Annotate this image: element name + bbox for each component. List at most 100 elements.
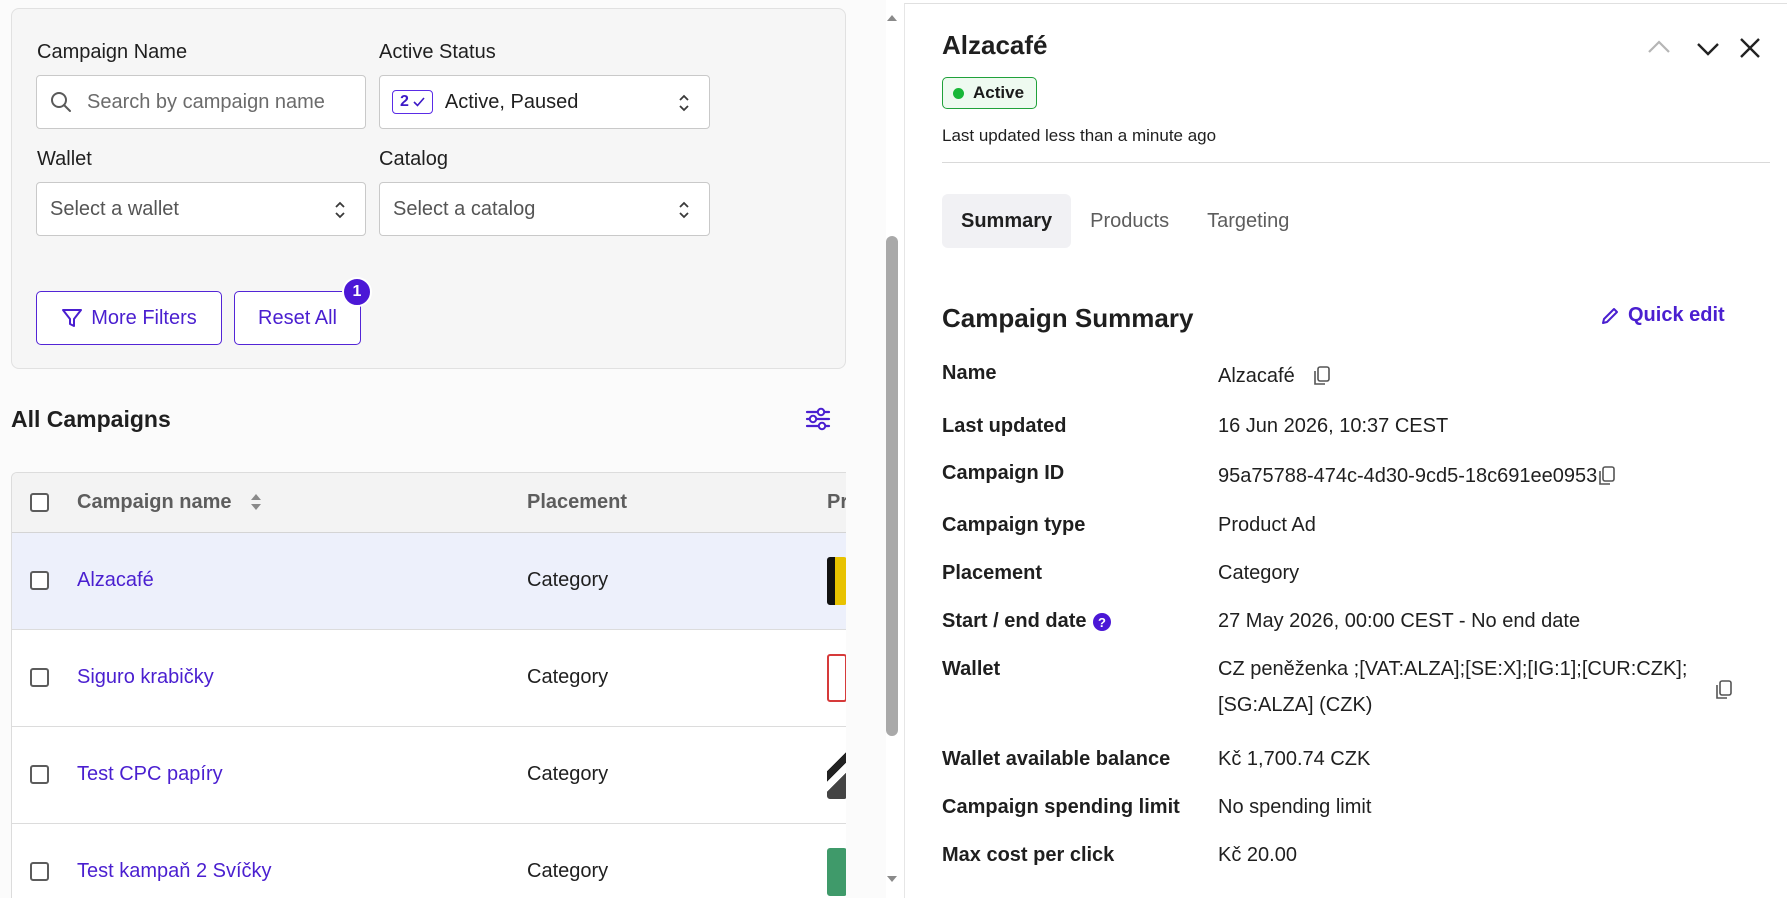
active-status-value: Active, Paused (444, 90, 579, 113)
field-max-cpc-value: Kč 20.00 (1218, 844, 1297, 866)
select-chevron-icon (335, 201, 345, 219)
field-wallet-value-line2: [SG:ALZA] (CZK) (1218, 694, 1373, 716)
active-status-select[interactable]: 2 Active, Paused (379, 75, 710, 129)
campaign-name-link[interactable]: Siguro krabičky (77, 666, 214, 689)
active-status-count-chip: 2 (392, 90, 433, 114)
more-filters-button[interactable]: More Filters (36, 291, 222, 345)
product-thumbnail (827, 654, 846, 702)
placement-cell: Category (527, 666, 609, 688)
copy-icon[interactable] (1597, 465, 1617, 487)
scroll-down-arrow-icon[interactable] (886, 873, 898, 885)
field-placement-label: Placement (942, 562, 1043, 584)
field-last-updated-value: 16 Jun 2026, 10:37 CEST (1218, 415, 1449, 437)
field-campaign-type-value: Product Ad (1218, 514, 1316, 536)
quick-edit-label: Quick edit (1628, 304, 1725, 326)
active-status-label: Active Status (379, 41, 496, 63)
placement-cell: Category (527, 569, 609, 591)
pencil-icon (1602, 307, 1618, 324)
row-checkbox[interactable] (30, 668, 49, 687)
close-icon[interactable] (1736, 34, 1764, 62)
sliders-icon[interactable] (805, 406, 831, 432)
field-spending-limit-value: No spending limit (1218, 796, 1372, 818)
tab-summary[interactable]: Summary (942, 194, 1072, 248)
filter-icon (62, 309, 83, 327)
field-campaign-id-label: Campaign ID (942, 462, 1065, 484)
status-badge: Active (942, 77, 1038, 109)
sort-icon[interactable] (249, 491, 263, 513)
reset-all-button[interactable]: Reset All (234, 291, 361, 345)
copy-icon[interactable] (1714, 679, 1734, 701)
wallet-select[interactable]: Select a wallet (36, 182, 366, 236)
last-updated-note: Last updated less than a minute ago (942, 126, 1217, 145)
placement-cell: Category (527, 763, 609, 785)
column-header-product[interactable]: Pr (827, 491, 846, 514)
table-row[interactable]: Alzacafé Category (12, 533, 846, 630)
column-header-campaign-name[interactable]: Campaign name (77, 491, 231, 514)
field-dates-label: Start / end date (942, 610, 1087, 632)
campaign-name-link[interactable]: Test CPC papíry (77, 763, 223, 786)
field-spending-limit-label: Campaign spending limit (942, 796, 1180, 818)
select-chevron-icon (679, 94, 689, 112)
campaigns-table: Campaign name Placement Pr Alzacafé Cate… (11, 472, 846, 898)
status-dot (953, 87, 964, 99)
catalog-label: Catalog (379, 148, 448, 170)
field-placement-value: Category (1218, 562, 1300, 584)
field-wallet-label: Wallet (942, 658, 1001, 680)
table-row[interactable]: Test kampaň 2 Svíčky Category (12, 824, 846, 898)
tab-targeting[interactable]: Targeting (1188, 194, 1308, 248)
campaign-summary-title: Campaign Summary (942, 303, 1194, 333)
product-thumbnail (827, 751, 846, 799)
scroll-up-arrow-icon[interactable] (886, 12, 898, 24)
filters-panel: Campaign Name Search by campaign name Ac… (11, 8, 846, 369)
field-name-value: Alzacafé (1218, 365, 1295, 387)
campaign-name-label: Campaign Name (37, 41, 188, 63)
select-chevron-icon (679, 201, 689, 219)
campaign-name-link[interactable]: Test kampaň 2 Svíčky (77, 860, 272, 883)
table-header: Campaign name Placement Pr (12, 473, 846, 533)
campaign-name-search-input[interactable]: Search by campaign name (36, 75, 366, 129)
wallet-placeholder: Select a wallet (50, 197, 179, 220)
detail-tabs: Summary Products Targeting (942, 194, 1308, 248)
campaign-detail-panel: Alzacafé Active Last updated less than a… (904, 3, 1787, 898)
help-icon[interactable]: ? (1093, 613, 1111, 631)
status-text: Active (973, 83, 1025, 102)
select-all-checkbox[interactable] (30, 493, 49, 512)
more-filters-label: More Filters (91, 306, 197, 329)
campaign-name-placeholder: Search by campaign name (87, 90, 325, 113)
catalog-placeholder: Select a catalog (393, 197, 536, 220)
copy-icon[interactable] (1312, 365, 1332, 387)
wallet-label: Wallet (37, 148, 92, 170)
table-row[interactable]: Siguro krabičky Category (12, 630, 846, 727)
field-balance-label: Wallet available balance (942, 748, 1171, 770)
quick-edit-button[interactable]: Quick edit (1600, 304, 1725, 327)
table-row[interactable]: Test CPC papíry Category (12, 727, 846, 824)
column-header-placement[interactable]: Placement (527, 491, 627, 514)
row-checkbox[interactable] (30, 571, 49, 590)
product-thumbnail (827, 557, 846, 605)
reset-count-badge: 1 (342, 277, 372, 307)
product-thumbnail (827, 848, 846, 896)
field-campaign-id-value: 95a75788-474c-4d30-9cd5-18c691ee0953 (1218, 465, 1598, 487)
placement-cell: Category (527, 860, 609, 882)
campaign-name-link[interactable]: Alzacafé (77, 569, 154, 592)
field-max-cpc-label: Max cost per click (942, 844, 1115, 866)
row-checkbox[interactable] (30, 862, 49, 881)
campaign-list-pane: Campaign Name Search by campaign name Ac… (0, 0, 886, 898)
active-status-count: 2 (400, 93, 409, 110)
field-name-label: Name (942, 362, 997, 384)
tab-products[interactable]: Products (1071, 194, 1188, 248)
header-divider (942, 162, 1770, 163)
chevron-up-icon[interactable] (1645, 34, 1673, 62)
scrollbar-thumb[interactable] (886, 236, 898, 736)
field-campaign-type-label: Campaign type (942, 514, 1086, 536)
chevron-down-icon[interactable] (1694, 34, 1722, 62)
detail-title: Alzacafé (942, 30, 1048, 60)
check-icon (413, 97, 425, 107)
reset-all-label: Reset All (258, 306, 337, 329)
search-icon (51, 92, 71, 112)
all-campaigns-title: All Campaigns (11, 406, 171, 432)
field-balance-value: Kč 1,700.74 CZK (1218, 748, 1371, 770)
field-last-updated-label: Last updated (942, 415, 1067, 437)
catalog-select[interactable]: Select a catalog (379, 182, 710, 236)
row-checkbox[interactable] (30, 765, 49, 784)
